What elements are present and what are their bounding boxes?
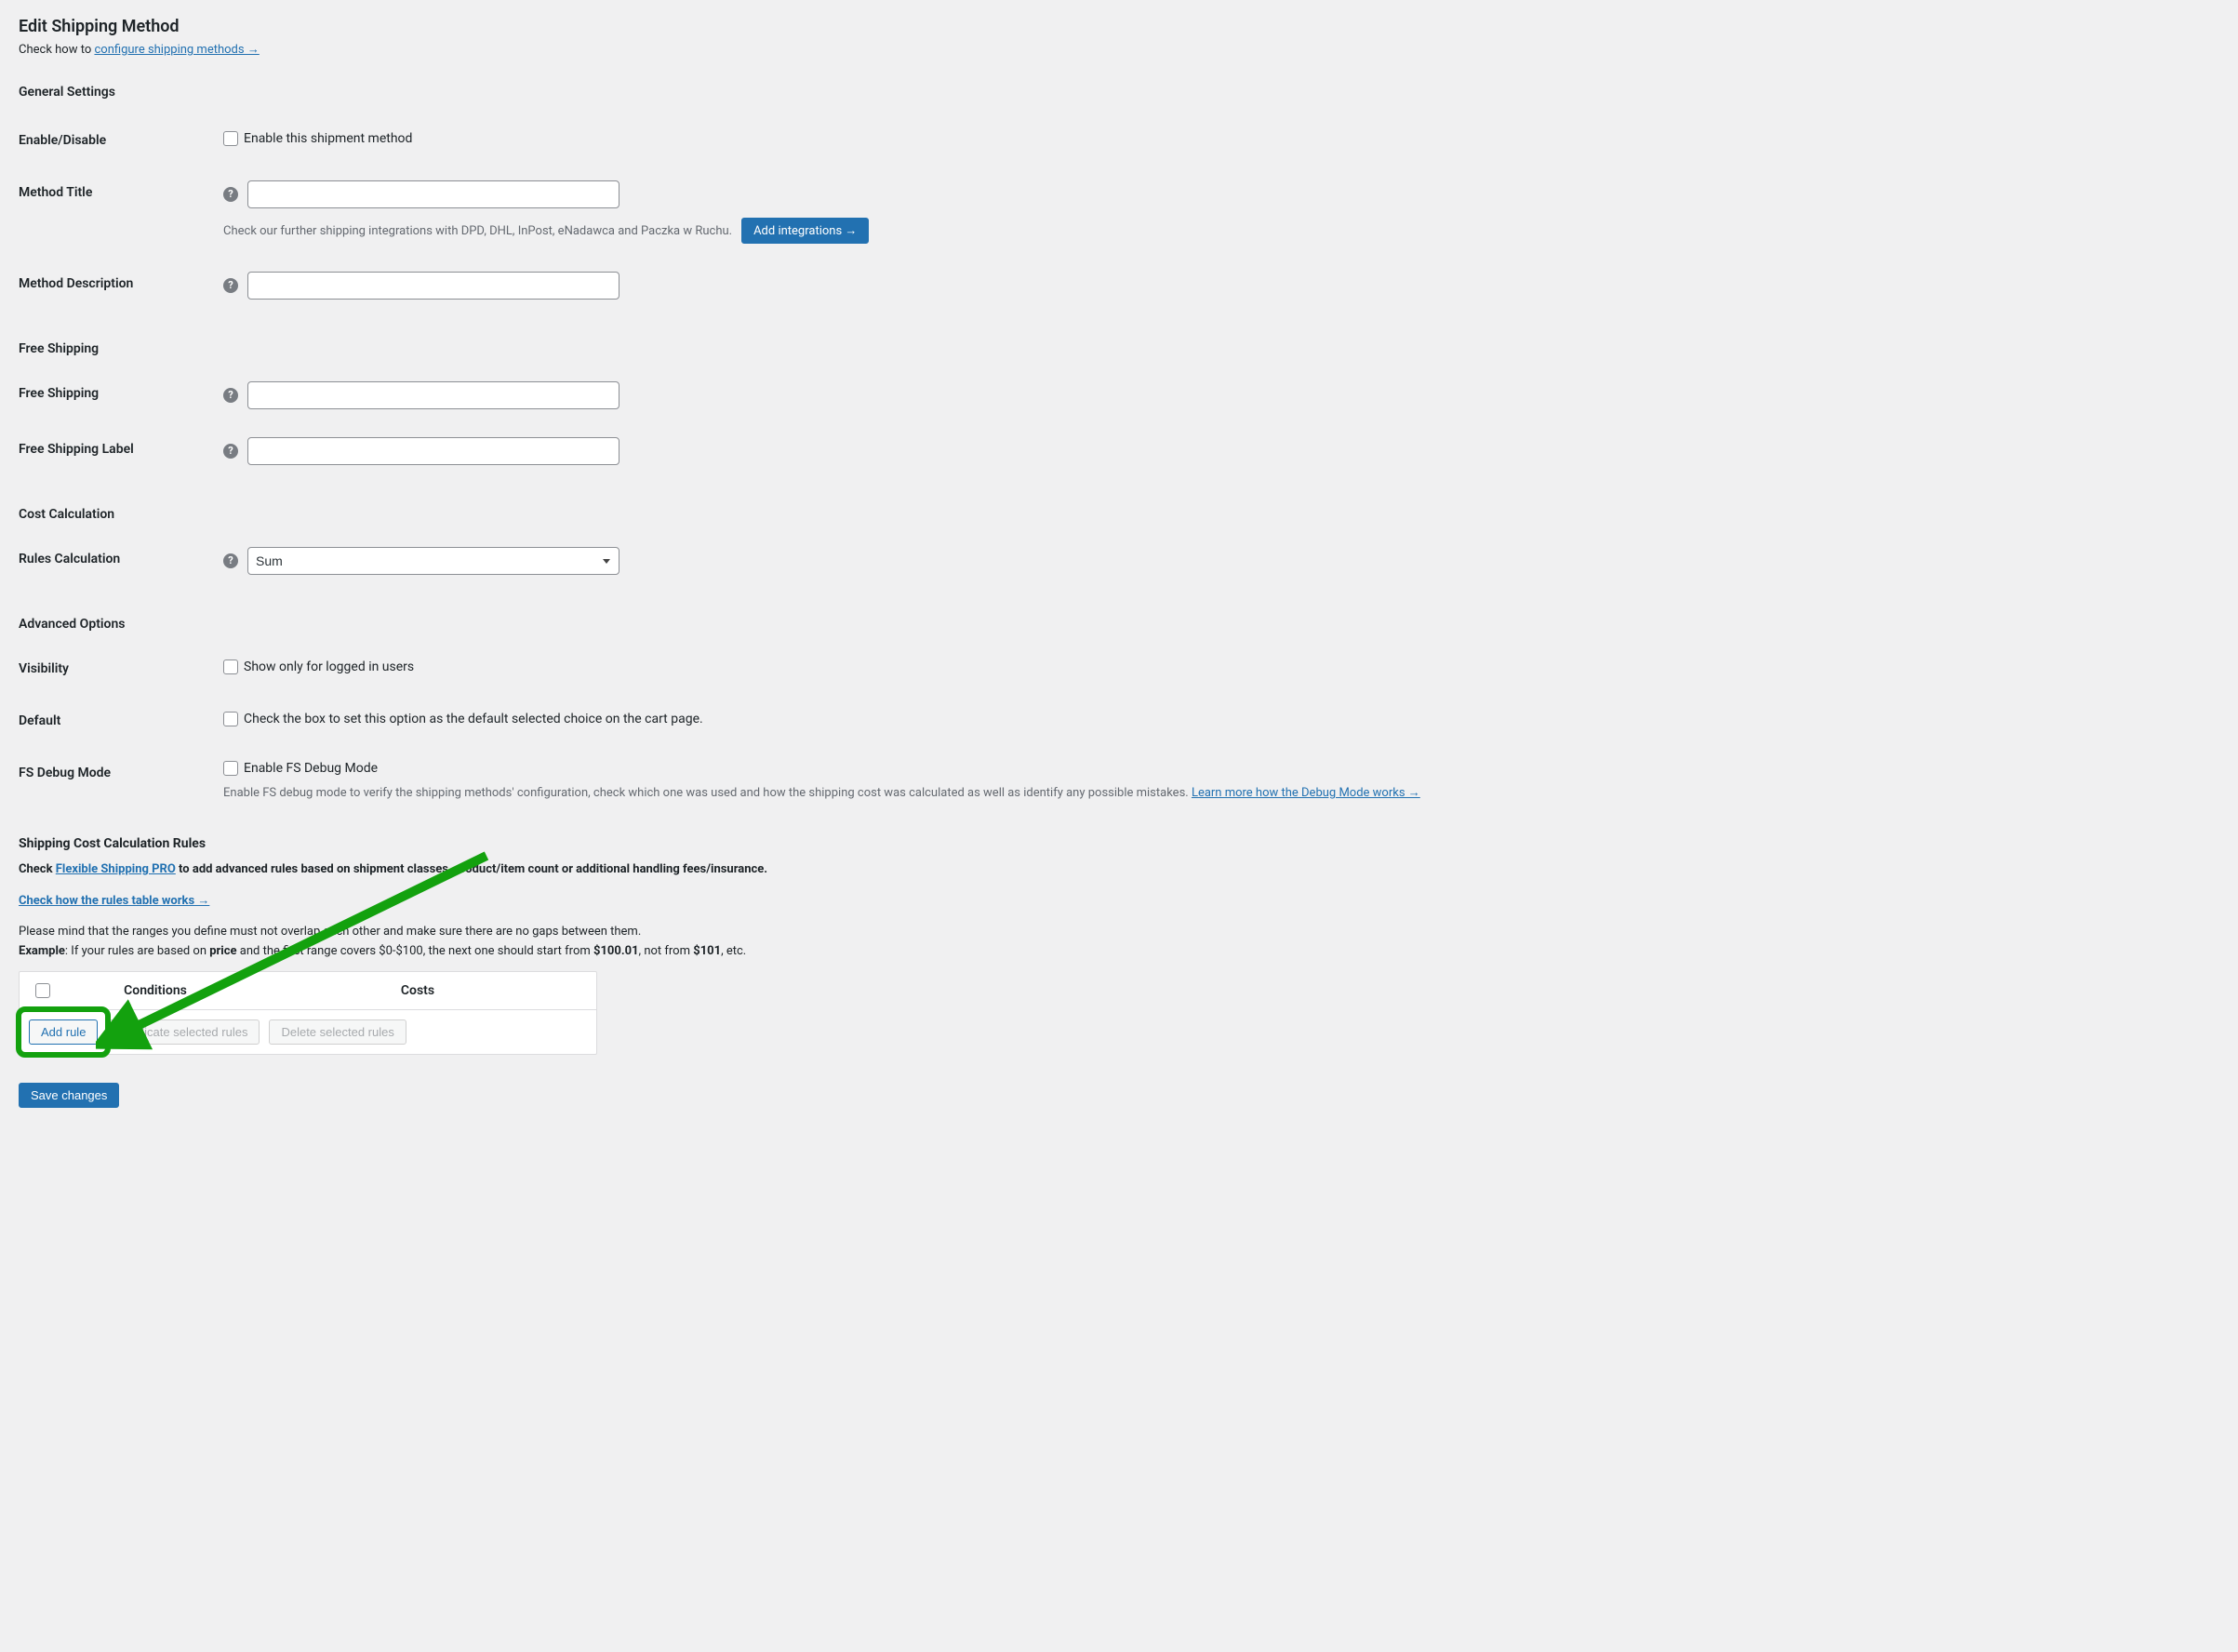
visibility-checkbox[interactable] — [223, 659, 238, 674]
section-cost: Cost Calculation — [19, 507, 2205, 527]
free-shipping-input[interactable] — [247, 381, 619, 409]
help-icon[interactable]: ? — [223, 444, 238, 459]
range-note: Please mind that the ranges you define m… — [19, 925, 2214, 939]
debug-toggle[interactable]: Enable FS Debug Mode — [223, 761, 378, 776]
method-desc-input[interactable] — [247, 272, 619, 300]
rules-heading: Shipping Cost Calculation Rules — [19, 836, 2214, 857]
delete-rules-button: Delete selected rules — [269, 1019, 406, 1045]
visibility-toggle[interactable]: Show only for logged in users — [223, 659, 414, 674]
enable-checkbox[interactable] — [223, 131, 238, 146]
example-label: Example — [19, 944, 65, 958]
help-icon[interactable]: ? — [223, 278, 238, 293]
label-enable: Enable/Disable — [19, 114, 214, 167]
help-icon[interactable]: ? — [223, 187, 238, 202]
col-costs: Costs — [239, 972, 596, 1009]
rules-table: Conditions Costs Add rule Duplicate sele… — [19, 971, 597, 1055]
debug-link[interactable]: Learn more how the Debug Mode works → — [1192, 786, 1420, 800]
label-default: Default — [19, 695, 214, 747]
debug-desc: Enable FS debug mode to verify the shipp… — [223, 786, 1192, 800]
label-free-shipping: Free Shipping — [19, 367, 214, 423]
configure-methods-link[interactable]: configure shipping methods → — [94, 43, 259, 57]
visibility-checkbox-label: Show only for logged in users — [244, 659, 414, 674]
duplicate-rules-button: Duplicate selected rules — [107, 1019, 260, 1045]
free-shipping-label-input[interactable] — [247, 437, 619, 465]
select-all-rules-checkbox[interactable] — [35, 983, 50, 998]
intro-prefix: Check how to — [19, 43, 94, 57]
section-general: General Settings — [19, 62, 2214, 105]
save-changes-button[interactable]: Save changes — [19, 1083, 119, 1108]
label-visibility: Visibility — [19, 643, 214, 695]
method-title-note: Check our further shipping integrations … — [223, 224, 732, 238]
label-debug: FS Debug Mode — [19, 747, 214, 814]
section-free: Free Shipping — [19, 341, 2205, 362]
enable-checkbox-label: Enable this shipment method — [244, 131, 412, 146]
help-icon[interactable]: ? — [223, 553, 238, 568]
page-title: Edit Shipping Method — [19, 9, 2214, 42]
debug-checkbox-label: Enable FS Debug Mode — [244, 761, 378, 776]
rules-calc-select[interactable]: Sum — [247, 547, 619, 575]
label-free-shipping-label: Free Shipping Label — [19, 423, 214, 479]
rules-check-post: to add advanced rules based on shipment … — [176, 862, 767, 876]
default-toggle[interactable]: Check the box to set this option as the … — [223, 712, 703, 726]
label-method-title: Method Title — [19, 167, 214, 258]
enable-toggle[interactable]: Enable this shipment method — [223, 131, 412, 146]
rules-table-how-link[interactable]: Check how the rules table works → — [19, 894, 209, 908]
label-rules-calc: Rules Calculation — [19, 533, 214, 589]
col-conditions: Conditions — [72, 972, 239, 1009]
debug-checkbox[interactable] — [223, 761, 238, 776]
default-checkbox[interactable] — [223, 712, 238, 726]
add-integrations-label: Add integrations → — [753, 223, 857, 238]
help-icon[interactable]: ? — [223, 388, 238, 403]
rules-check-pre: Check — [19, 862, 56, 876]
label-method-desc: Method Description — [19, 258, 214, 313]
section-adv: Advanced Options — [19, 617, 2205, 637]
default-checkbox-label: Check the box to set this option as the … — [244, 712, 703, 726]
method-title-input[interactable] — [247, 180, 619, 208]
flexible-shipping-pro-link[interactable]: Flexible Shipping PRO — [56, 862, 176, 876]
add-rule-button[interactable]: Add rule — [29, 1019, 98, 1045]
add-integrations-button[interactable]: Add integrations → — [741, 218, 869, 244]
